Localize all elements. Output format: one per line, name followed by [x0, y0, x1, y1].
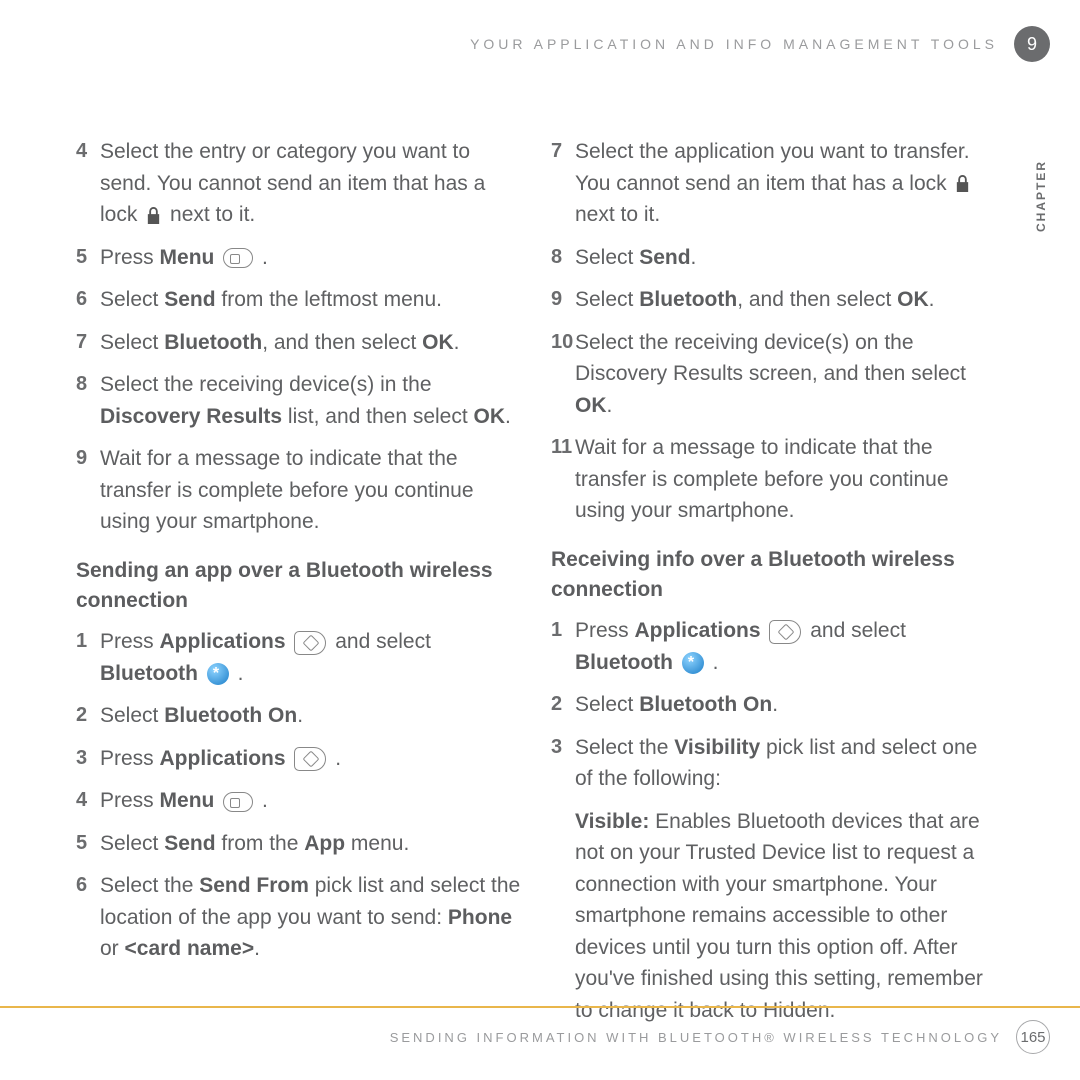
applications-icon — [769, 620, 801, 644]
chapter-badge: 9 — [1014, 26, 1050, 62]
rstep-11: 11Wait for a message to indicate that th… — [551, 432, 996, 527]
recv-step-2: 2Select Bluetooth On. — [551, 689, 996, 721]
menu-icon — [223, 248, 253, 268]
applications-icon — [294, 631, 326, 655]
header-title: YOUR APPLICATION AND INFO MANAGEMENT TOO… — [470, 36, 998, 52]
recv-step-3: 3Select the Visibility pick list and sel… — [551, 732, 996, 795]
recv-step-1: 1Press Applications and select Bluetooth… — [551, 615, 996, 678]
step-6: 6Select Send from the leftmost menu. — [76, 284, 521, 316]
rstep-7: 7Select the application you want to tran… — [551, 136, 996, 231]
step-7: 7Select Bluetooth, and then select OK. — [76, 327, 521, 359]
lock-icon — [146, 207, 161, 224]
right-column: 7Select the application you want to tran… — [551, 136, 996, 1026]
menu-icon — [223, 792, 253, 812]
bluetooth-icon — [207, 663, 229, 685]
rstep-10: 10Select the receiving device(s) on the … — [551, 327, 996, 422]
lock-icon — [955, 175, 970, 192]
step-8: 8Select the receiving device(s) in the D… — [76, 369, 521, 432]
send-step-6: 6Select the Send From pick list and sele… — [76, 870, 521, 965]
bluetooth-icon — [682, 652, 704, 674]
visible-option: Visible: Enables Bluetooth devices that … — [575, 806, 996, 1027]
footer-title: SENDING INFORMATION WITH BLUETOOTH® WIRE… — [390, 1030, 1002, 1045]
left-column: 4Select the entry or category you want t… — [76, 136, 521, 1026]
send-step-5: 5Select Send from the App menu. — [76, 828, 521, 860]
footer-divider — [0, 1006, 1080, 1008]
step-9: 9Wait for a message to indicate that the… — [76, 443, 521, 538]
heading-sending-app: Sending an app over a Bluetooth wireless… — [76, 556, 521, 617]
page-number: 165 — [1016, 1020, 1050, 1054]
rstep-9: 9Select Bluetooth, and then select OK. — [551, 284, 996, 316]
rstep-8: 8Select Send. — [551, 242, 996, 274]
chapter-vertical-label: CHAPTER — [1034, 160, 1048, 232]
page-footer: SENDING INFORMATION WITH BLUETOOTH® WIRE… — [0, 1006, 1080, 1054]
step-4: 4Select the entry or category you want t… — [76, 136, 521, 231]
send-step-3: 3Press Applications . — [76, 743, 521, 775]
applications-icon — [294, 747, 326, 771]
page-header: YOUR APPLICATION AND INFO MANAGEMENT TOO… — [470, 26, 1050, 62]
step-5: 5Press Menu . — [76, 242, 521, 274]
send-step-1: 1Press Applications and select Bluetooth… — [76, 626, 521, 689]
content-columns: 4Select the entry or category you want t… — [76, 136, 996, 1026]
heading-receiving: Receiving info over a Bluetooth wireless… — [551, 545, 996, 606]
send-step-2: 2Select Bluetooth On. — [76, 700, 521, 732]
send-step-4: 4Press Menu . — [76, 785, 521, 817]
